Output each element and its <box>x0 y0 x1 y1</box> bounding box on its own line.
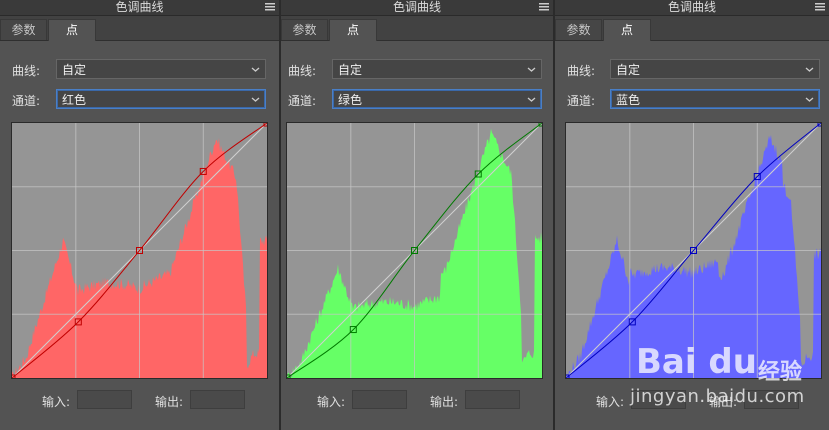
tab-point[interactable]: 点 <box>48 19 96 41</box>
output-label: 输出: <box>155 395 184 409</box>
tab-row: 参数 点 <box>555 16 829 41</box>
channel-value: 红色 <box>62 93 87 107</box>
curve-preset-select[interactable]: 自定 <box>332 59 542 79</box>
chevron-down-icon <box>251 97 260 102</box>
tab-parameters[interactable]: 参数 <box>281 19 328 40</box>
output-field[interactable] <box>465 390 520 409</box>
curve-graph-canvas[interactable] <box>12 123 267 378</box>
panel-menu-icon[interactable] <box>539 3 549 11</box>
tab-parameters[interactable]: 参数 <box>555 19 602 40</box>
chevron-down-icon <box>527 67 536 72</box>
channel-select[interactable]: 绿色 <box>332 89 542 109</box>
input-label: 输入: <box>42 395 71 409</box>
baidu-logo: Bai du <box>636 342 757 382</box>
curve-graph[interactable] <box>11 122 268 379</box>
curve-graph[interactable] <box>286 122 543 379</box>
input-label: 输入: <box>596 395 625 409</box>
tab-row: 参数 点 <box>281 16 553 41</box>
tone-curve-panel-red: 色调曲线 参数 点 曲线: 自定 通道: 红色 输入: 输出: <box>0 0 279 430</box>
curve-graph-canvas[interactable] <box>287 123 542 378</box>
input-field[interactable] <box>352 390 407 409</box>
channel-select[interactable]: 蓝色 <box>610 89 820 109</box>
panel-titlebar[interactable]: 色调曲线 <box>281 0 553 16</box>
channel-label: 通道: <box>567 94 596 108</box>
panel-titlebar[interactable]: 色调曲线 <box>555 0 829 16</box>
curve-preset-value: 自定 <box>338 63 363 77</box>
output-field[interactable] <box>190 390 245 409</box>
curve-preset-value: 自定 <box>616 63 641 77</box>
tone-curve-panel-green: 色调曲线 参数 点 曲线: 自定 通道: 绿色 输入: 输出: <box>281 0 553 430</box>
chevron-down-icon <box>251 67 260 72</box>
chevron-down-icon <box>527 97 536 102</box>
channel-label: 通道: <box>288 94 317 108</box>
panel-menu-icon[interactable] <box>815 3 825 11</box>
input-label: 输入: <box>317 395 346 409</box>
panel-titlebar[interactable]: 色调曲线 <box>0 0 279 16</box>
panel-menu-icon[interactable] <box>265 3 275 11</box>
tab-parameters[interactable]: 参数 <box>0 19 47 40</box>
input-field[interactable] <box>77 390 132 409</box>
curve-preset-value: 自定 <box>62 63 87 77</box>
chevron-down-icon <box>805 97 814 102</box>
watermark-url: jingyan.baidu.com <box>630 386 805 407</box>
baidu-jingyan-watermark: Bai du 经验 jingyan.baidu.com <box>630 340 820 418</box>
tab-point[interactable]: 点 <box>603 19 651 41</box>
curve-label: 曲线: <box>288 64 317 78</box>
chevron-down-icon <box>805 67 814 72</box>
channel-select[interactable]: 红色 <box>56 89 266 109</box>
curve-preset-select[interactable]: 自定 <box>56 59 266 79</box>
curve-label: 曲线: <box>12 64 41 78</box>
watermark-jingyan-text: 经验 <box>758 360 803 385</box>
panel-title: 色调曲线 <box>667 0 716 14</box>
channel-value: 绿色 <box>338 93 363 107</box>
curve-label: 曲线: <box>567 64 596 78</box>
panel-title: 色调曲线 <box>392 0 441 14</box>
output-label: 输出: <box>430 395 459 409</box>
channel-label: 通道: <box>12 94 41 108</box>
panel-title: 色调曲线 <box>115 0 164 14</box>
curve-preset-select[interactable]: 自定 <box>610 59 820 79</box>
tab-row: 参数 点 <box>0 16 279 41</box>
tab-point[interactable]: 点 <box>329 19 377 41</box>
channel-value: 蓝色 <box>616 93 641 107</box>
